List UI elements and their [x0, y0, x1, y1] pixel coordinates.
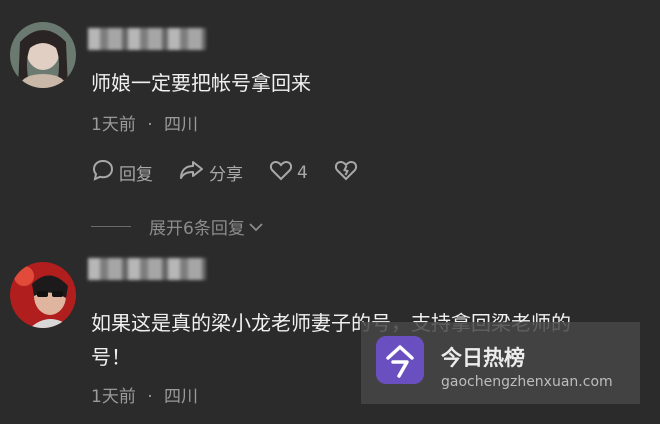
username-redacted[interactable] — [88, 28, 206, 50]
share-label: 分享 — [209, 165, 243, 185]
expand-replies-label: 展开6条回复 — [149, 219, 245, 239]
chevron-down-icon — [249, 217, 263, 237]
avatar[interactable] — [10, 262, 76, 328]
watermark-url: gaochengzhenxuan.com — [441, 374, 613, 390]
comment-actions: 回复 分享 4 — [91, 158, 388, 187]
expand-replies-button[interactable]: 展开6条回复 — [91, 214, 263, 239]
avatar[interactable] — [10, 22, 76, 88]
dislike-icon — [334, 159, 362, 186]
comment-location: 四川 — [164, 115, 199, 135]
dislike-button[interactable] — [334, 159, 362, 186]
comment-text: 师娘一定要把帐号拿回来 — [91, 71, 311, 95]
share-icon — [179, 158, 209, 187]
like-icon — [269, 159, 297, 186]
comment-time: 1天前 — [91, 387, 136, 407]
reply-button[interactable]: 回复 — [91, 158, 153, 187]
reply-icon — [91, 158, 119, 187]
watermark-logo-icon — [376, 336, 424, 384]
comment-meta: 1天前 · 四川 — [91, 382, 198, 407]
expand-divider — [91, 226, 131, 227]
reply-label: 回复 — [119, 165, 153, 185]
watermark-title: 今日热榜 — [441, 346, 525, 370]
comment-meta: 1天前 · 四川 — [91, 110, 198, 135]
comment-text-line-2: 号！ — [91, 345, 131, 369]
comment-time: 1天前 — [91, 115, 136, 135]
watermark-overlay: 今日热榜 gaochengzhenxuan.com — [361, 322, 640, 404]
comment-location: 四川 — [164, 387, 199, 407]
like-count: 4 — [297, 162, 308, 183]
share-button[interactable]: 分享 — [179, 158, 243, 187]
meta-separator: · — [147, 387, 153, 407]
username-redacted[interactable] — [88, 258, 206, 280]
like-button[interactable]: 4 — [269, 159, 308, 186]
meta-separator: · — [147, 115, 153, 135]
